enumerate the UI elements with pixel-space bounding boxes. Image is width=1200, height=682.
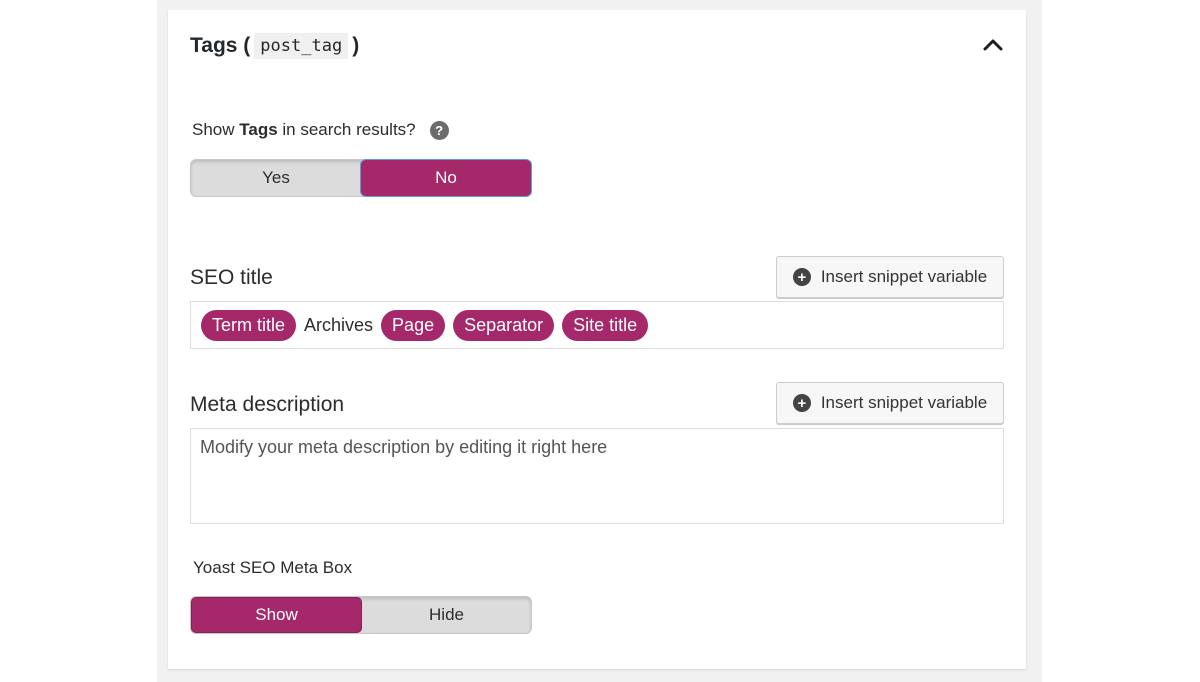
panel-title: Tags ( post_tag ) bbox=[190, 33, 359, 59]
seo-title-insert-snippet-button[interactable]: + Insert snippet variable bbox=[776, 256, 1004, 298]
meta-description-label: Meta description bbox=[190, 393, 345, 416]
snippet-pill-separator[interactable]: Separator bbox=[453, 309, 555, 341]
taxonomy-code: post_tag bbox=[254, 33, 349, 59]
taxonomy-settings-panel: Tags ( post_tag ) Show Tags in search re… bbox=[168, 10, 1026, 669]
panel-header: Tags ( post_tag ) bbox=[190, 30, 1004, 62]
search-results-label-text: Show Tags in search results? bbox=[192, 120, 416, 140]
snippet-pill-site-title[interactable]: Site title bbox=[562, 309, 649, 341]
plus-circle-icon: + bbox=[792, 268, 811, 286]
meta-description-input[interactable]: Modify your meta description by editing … bbox=[190, 428, 1004, 524]
panel-title-suffix: ) bbox=[352, 34, 360, 57]
seo-title-label: SEO title bbox=[190, 266, 273, 289]
meta-description-insert-snippet-button[interactable]: + Insert snippet variable bbox=[776, 382, 1004, 424]
plus-circle-icon: + bbox=[792, 394, 811, 412]
meta-box-toggle: Show Hide bbox=[190, 596, 532, 634]
toggle-yes-option[interactable]: Yes bbox=[191, 160, 361, 196]
snippet-pill-page[interactable]: Page bbox=[381, 309, 446, 341]
snippet-pill-term-title[interactable]: Term title bbox=[201, 309, 297, 341]
insert-snippet-label: Insert snippet variable bbox=[820, 393, 988, 412]
meta-description-placeholder: Modify your meta description by editing … bbox=[200, 437, 608, 457]
search-results-toggle: Yes No bbox=[190, 159, 532, 197]
label-bold: Tags bbox=[239, 120, 278, 139]
seo-title-input[interactable]: Term title Archives Page Separator Site … bbox=[190, 301, 1004, 349]
toggle-show-option[interactable]: Show bbox=[191, 597, 362, 633]
collapse-button[interactable] bbox=[982, 35, 1004, 57]
meta-box-label: Yoast SEO Meta Box bbox=[193, 558, 353, 577]
title-text-archives: Archives bbox=[304, 314, 374, 335]
chevron-up-icon bbox=[983, 37, 1003, 56]
help-icon[interactable]: ? bbox=[429, 120, 449, 140]
insert-snippet-label: Insert snippet variable bbox=[820, 267, 988, 286]
panel-title-prefix: Tags ( bbox=[190, 34, 251, 57]
label-prefix: Show bbox=[192, 120, 240, 139]
toggle-no-option[interactable]: No bbox=[361, 160, 531, 196]
toggle-hide-option[interactable]: Hide bbox=[362, 597, 531, 633]
label-suffix: in search results? bbox=[277, 120, 416, 139]
search-results-label: Show Tags in search results? ? bbox=[192, 120, 449, 140]
